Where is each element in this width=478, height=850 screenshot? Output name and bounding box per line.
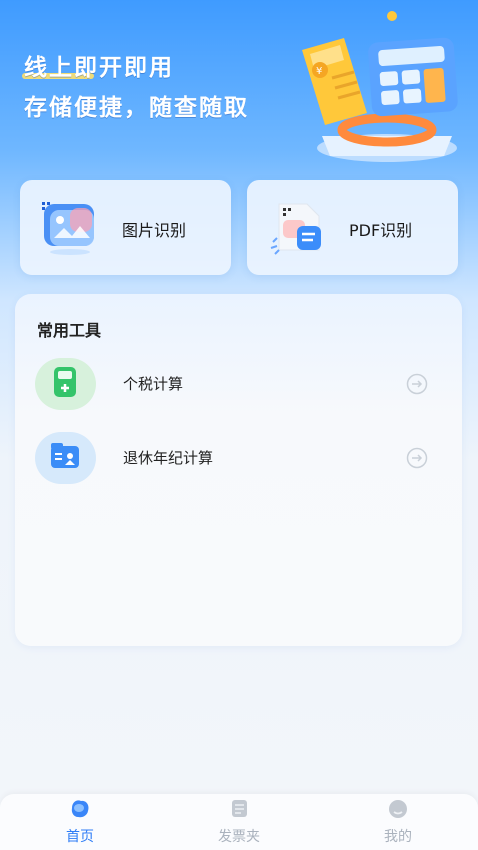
home-icon	[71, 800, 89, 818]
pdf-recognition-label: PDF识别	[349, 221, 413, 240]
nav-profile[interactable]: 我的	[358, 794, 438, 850]
pdf-recognition-icon	[270, 203, 321, 255]
image-recognition-card[interactable]: 图片识别	[20, 180, 231, 275]
retirement-calculator-label: 退休年纪计算	[123, 449, 214, 467]
tool-item-tax[interactable]: 个税计算	[15, 358, 462, 414]
nav-home-label: 首页	[66, 829, 94, 845]
hero-title-line2: 存储便捷，随查随取	[24, 95, 249, 121]
arrow-right-circle-icon[interactable]	[406, 373, 428, 395]
nav-profile-label: 我的	[384, 829, 412, 845]
hero-title-line1: 线上即开即用	[24, 55, 174, 81]
nav-invoice-folder-label: 发票夹	[218, 829, 260, 845]
nav-home[interactable]: 首页	[40, 794, 120, 850]
tool-item-retirement[interactable]: 退休年纪计算	[15, 432, 462, 488]
invoice-folder-icon	[232, 800, 247, 817]
bottom-navigation: 首页 发票夹 我的	[0, 794, 478, 850]
retirement-calculator-icon	[35, 432, 96, 484]
calculator-illustration-icon: ¥	[302, 11, 458, 162]
svg-text:¥: ¥	[316, 66, 322, 77]
pdf-recognition-card[interactable]: PDF识别	[247, 180, 458, 275]
tax-calculator-icon	[35, 358, 96, 410]
image-recognition-icon	[42, 202, 94, 255]
image-recognition-label: 图片识别	[122, 221, 187, 240]
nav-invoice-folder[interactable]: 发票夹	[199, 794, 279, 850]
common-tools-panel: 常用工具 个税计算 退休年纪计算	[15, 294, 462, 646]
common-tools-title: 常用工具	[37, 321, 102, 340]
tax-calculator-label: 个税计算	[123, 375, 184, 393]
arrow-right-circle-icon[interactable]	[406, 447, 428, 469]
hero-banner: 线上即开即用 存储便捷，随查随取 ¥	[0, 0, 478, 175]
profile-icon	[389, 800, 407, 818]
